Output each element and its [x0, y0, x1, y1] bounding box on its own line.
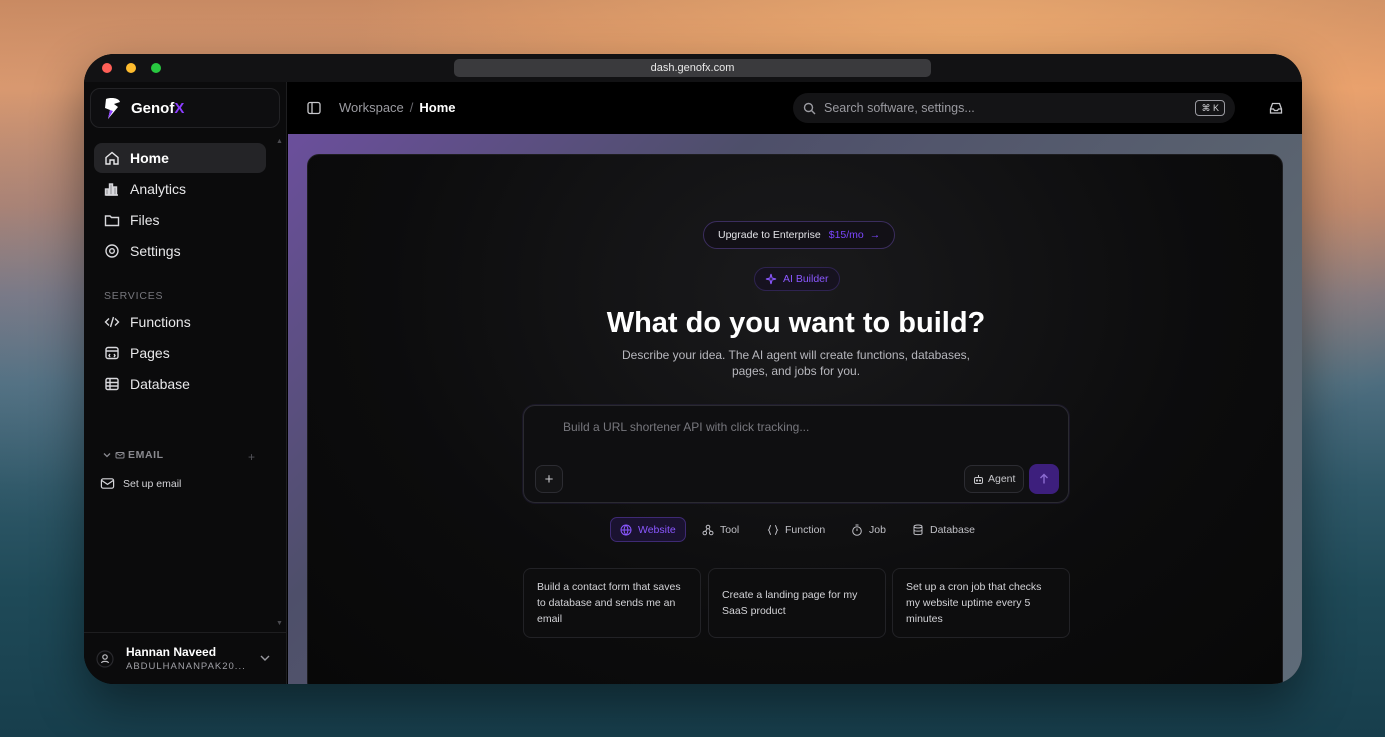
sidebar-item-pages[interactable]: Pages — [94, 338, 266, 368]
bar-chart-icon — [104, 183, 118, 196]
main-area: Upgrade to Enterprise $15/mo → AI Builde… — [288, 134, 1302, 684]
brand-name: Genof — [131, 99, 175, 117]
type-label: Function — [785, 523, 826, 536]
suggestion-card[interactable]: Create a landing page for my SaaS produc… — [708, 568, 886, 638]
sidebar-item-analytics[interactable]: Analytics — [94, 174, 266, 204]
tool-icon — [702, 524, 714, 535]
search-input[interactable]: Search software, settings... ⌘ K — [793, 93, 1235, 123]
page-subtitle: Describe your idea. The AI agent will cr… — [622, 348, 970, 378]
sidebar-item-label: Database — [130, 376, 190, 392]
type-label: Database — [930, 523, 975, 536]
sidebar-item-home[interactable]: Home — [94, 143, 266, 173]
builder-panel: Upgrade to Enterprise $15/mo → AI Builde… — [307, 154, 1283, 684]
user-name: Hannan Naveed — [126, 645, 217, 659]
browser-window-icon — [105, 346, 119, 360]
type-tool[interactable]: Tool — [693, 517, 748, 542]
chevron-down-icon — [103, 453, 111, 458]
mail-icon — [100, 478, 115, 489]
address-bar[interactable]: dash.genofx.com — [454, 59, 931, 77]
database-icon — [913, 524, 923, 535]
upgrade-enterprise-button[interactable]: Upgrade to Enterprise $15/mo → — [703, 221, 896, 249]
sidebar-item-label: Files — [130, 212, 160, 228]
sidebar-item-functions[interactable]: Functions — [94, 307, 266, 337]
sidebar-item-files[interactable]: Files — [94, 205, 266, 235]
close-window-button[interactable] — [102, 63, 112, 73]
user-avatar-icon — [96, 649, 114, 668]
upgrade-price: $15/mo — [828, 229, 864, 241]
type-job[interactable]: Job — [842, 517, 895, 542]
genofx-logo-icon — [105, 98, 120, 119]
build-type-selector: Website Tool Function Job Database — [308, 517, 1284, 543]
type-function[interactable]: Function — [758, 517, 834, 542]
gear-icon — [105, 244, 119, 258]
prompt-box[interactable]: Build a URL shortener API with click tra… — [523, 405, 1069, 503]
add-email-button[interactable]: + — [248, 450, 255, 464]
maximize-window-button[interactable] — [151, 63, 161, 73]
suggestion-card[interactable]: Build a contact form that saves to datab… — [523, 568, 701, 638]
globe-icon — [620, 524, 632, 536]
brand-accent: X — [174, 99, 185, 117]
shortcut-badge: ⌘ K — [1195, 100, 1225, 116]
scroll-up-arrow[interactable]: ▲ — [276, 138, 283, 145]
sidebar-item-label: Home — [130, 150, 169, 166]
setup-email-label: Set up email — [123, 477, 182, 490]
agent-label: Agent — [988, 473, 1016, 485]
code-icon — [104, 316, 120, 328]
table-icon — [105, 377, 119, 391]
browser-titlebar: dash.genofx.com — [84, 54, 1302, 82]
inbox-icon[interactable] — [1269, 101, 1283, 115]
setup-email-link[interactable]: Set up email — [100, 476, 181, 491]
suggestion-card[interactable]: Set up a cron job that checks my website… — [892, 568, 1070, 638]
prompt-placeholder: Build a URL shortener API with click tra… — [563, 420, 810, 434]
sparkles-icon — [765, 273, 777, 285]
sidebar-item-label: Functions — [130, 314, 191, 330]
folder-icon — [104, 215, 120, 227]
breadcrumb: Workspace / Home — [339, 100, 456, 115]
user-info: Hannan Naveed ABDULHANANPAK20... — [126, 645, 251, 672]
sidebar-toggle-icon[interactable] — [307, 101, 321, 115]
type-database[interactable]: Database — [903, 517, 984, 542]
email-section-toggle[interactable]: EMAIL — [102, 449, 262, 461]
minimize-window-button[interactable] — [126, 63, 136, 73]
browser-window: dash.genofx.com Genof X ▲ Home Analytics … — [84, 54, 1302, 684]
breadcrumb-separator: / — [409, 100, 414, 115]
robot-icon — [974, 474, 983, 484]
upgrade-label: Upgrade to Enterprise — [718, 229, 821, 241]
search-icon — [803, 102, 816, 114]
top-bar: Workspace / Home Search software, settings… — [288, 82, 1302, 134]
chevron-down-icon — [260, 655, 270, 661]
agent-mode-button[interactable]: Agent — [964, 465, 1025, 493]
ai-builder-label: AI Builder — [783, 273, 829, 285]
braces-icon — [767, 524, 779, 535]
search-placeholder: Search software, settings... — [824, 101, 975, 115]
sidebar-item-settings[interactable]: Settings — [94, 236, 266, 266]
sidebar-item-database[interactable]: Database — [94, 369, 266, 399]
sidebar: Genof X ▲ Home Analytics Files Settings S… — [84, 82, 287, 684]
email-section-label: EMAIL — [128, 449, 164, 461]
scroll-down-arrow[interactable]: ▼ — [276, 620, 283, 627]
user-email: ABDULHANANPAK20... — [126, 661, 246, 672]
brand-logo[interactable]: Genof X — [90, 88, 280, 128]
sidebar-item-label: Analytics — [130, 181, 187, 197]
type-label: Tool — [720, 523, 740, 536]
sidebar-item-label: Pages — [130, 345, 170, 361]
breadcrumb-current: Home — [419, 100, 456, 115]
type-label: Job — [869, 523, 886, 536]
services-section-label: SERVICES — [104, 290, 164, 302]
page-title: What do you want to build? — [606, 307, 986, 339]
arrow-up-icon — [1040, 473, 1048, 484]
home-icon — [105, 151, 119, 165]
sidebar-item-label: Settings — [130, 243, 181, 259]
breadcrumb-workspace[interactable]: Workspace — [339, 100, 404, 115]
type-website[interactable]: Website — [610, 517, 686, 542]
arrow-right-icon: → — [869, 229, 881, 241]
ai-builder-badge: AI Builder — [754, 267, 840, 291]
send-button[interactable] — [1029, 464, 1059, 494]
attach-button[interactable]: + — [535, 465, 563, 493]
mail-small-icon — [115, 452, 125, 459]
timer-icon — [852, 524, 862, 536]
user-menu[interactable]: Hannan Naveed ABDULHANANPAK20... — [84, 632, 287, 684]
type-label: Website — [638, 523, 676, 536]
